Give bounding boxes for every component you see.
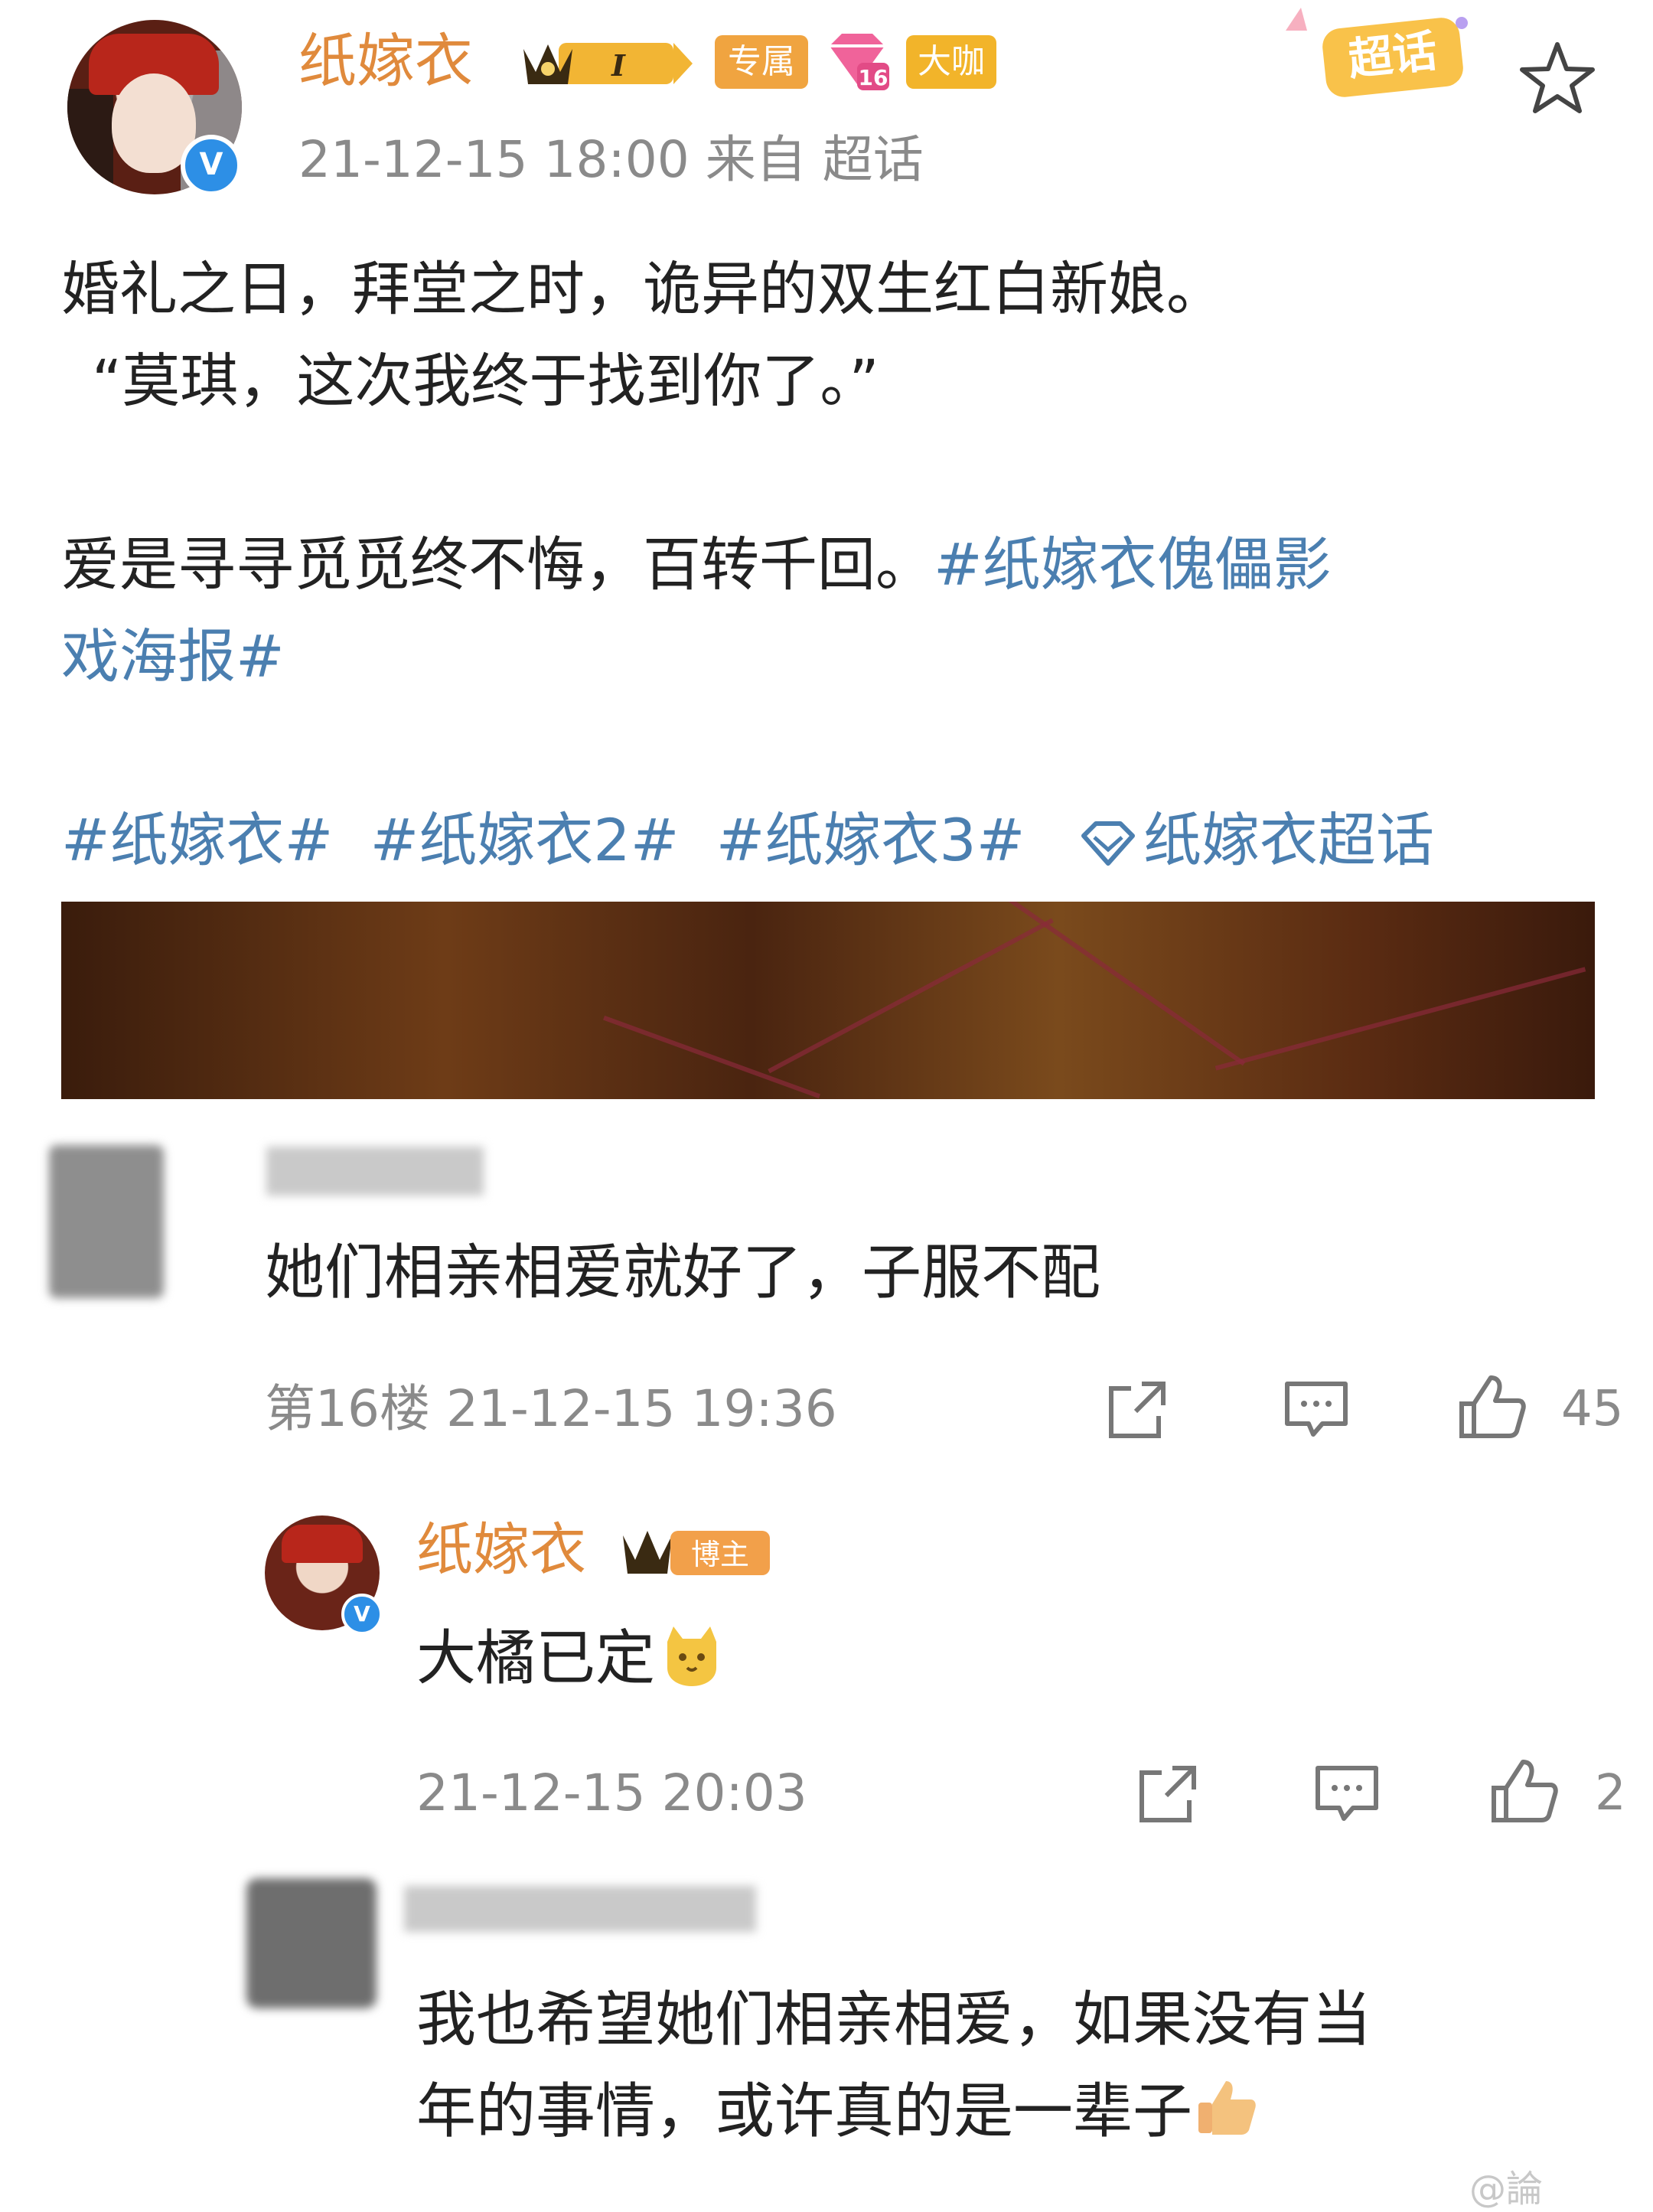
comment2-text-line-1: 我也希望她们相亲相爱，如果没有当 [416, 1985, 1372, 2054]
supertopic-button[interactable]: 超话 [1270, 8, 1477, 100]
commenter-avatar-blurred[interactable] [246, 1878, 377, 2008]
supertopic-icon [1081, 821, 1135, 866]
svg-text:16: 16 [859, 65, 888, 90]
crown-icon: I [523, 43, 693, 84]
vip-badge: 大咖 [906, 35, 996, 89]
verified-icon: V [341, 1594, 383, 1635]
thumbs-up-emoji-icon [1198, 2081, 1256, 2135]
hashtag-list[interactable]: #纸嫁衣# #纸嫁衣2# #纸嫁衣3# [61, 794, 1025, 886]
comment-meta: 第16楼 21-12-15 19:36 [265, 1379, 837, 1438]
reply-author-name[interactable]: 纸嫁衣 [416, 1508, 586, 1592]
comment2-text-line-2-content: 年的事情，或许真的是一辈子 [416, 2077, 1193, 2146]
reply-text-content: 大橘已定 [416, 1624, 656, 1693]
hashtag-poster-cont[interactable]: 戏海报# [61, 611, 285, 703]
post-meta: 21-12-15 18:00 来自 超话 [298, 130, 924, 189]
hashtag-poster[interactable]: #纸嫁衣傀儡影 [934, 530, 1332, 599]
poster-image[interactable] [61, 902, 1595, 1099]
comment-icon[interactable] [1310, 1757, 1384, 1831]
diamond-icon: 16 [830, 34, 889, 90]
supertopic-link[interactable]: 纸嫁衣超话 [1143, 794, 1434, 886]
share-icon[interactable] [1131, 1757, 1205, 1831]
comment-icon[interactable] [1280, 1373, 1353, 1447]
comment2-text-line-2: 年的事情，或许真的是一辈子 [416, 2070, 1263, 2154]
like-count: 2 [1595, 1765, 1626, 1822]
commenter-name-blurred[interactable] [404, 1886, 756, 1932]
reply-text: 大橘已定 [416, 1617, 729, 1701]
author-name[interactable]: 纸嫁衣 [298, 23, 473, 100]
star-icon[interactable] [1515, 37, 1599, 121]
like-icon[interactable] [1488, 1754, 1561, 1828]
crown-icon: 博主 [623, 1531, 770, 1575]
svg-text:超话: 超话 [1345, 24, 1439, 86]
like-icon[interactable] [1456, 1370, 1529, 1444]
commenter-name-blurred[interactable] [266, 1147, 484, 1196]
commenter-avatar-blurred[interactable] [49, 1145, 164, 1298]
svg-text:博主: 博主 [691, 1538, 749, 1571]
share-icon[interactable] [1100, 1373, 1174, 1447]
exclusive-badge: 专属 [715, 35, 808, 89]
verified-icon: V [181, 135, 242, 196]
cat-emoji-icon [667, 1626, 717, 1686]
reply-meta: 21-12-15 20:03 [416, 1763, 807, 1822]
post-text-line-2: “莫琪，这次我终于找到你了。” [92, 347, 879, 415]
comment-text: 她们相亲相爱就好了，子服不配 [265, 1238, 1101, 1307]
post-text-line-3: 爱是寻寻觅觅终不悔，百转千回。#纸嫁衣傀儡影 [61, 519, 1332, 611]
svg-text:I: I [611, 48, 626, 83]
like-count: 45 [1561, 1381, 1624, 1437]
post-text-line-1: 婚礼之日，拜堂之时，诡异的双生红白新娘。 [61, 255, 1224, 323]
post-text-line-3-plain: 爱是寻寻觅觅终不悔，百转千回。 [61, 530, 934, 599]
